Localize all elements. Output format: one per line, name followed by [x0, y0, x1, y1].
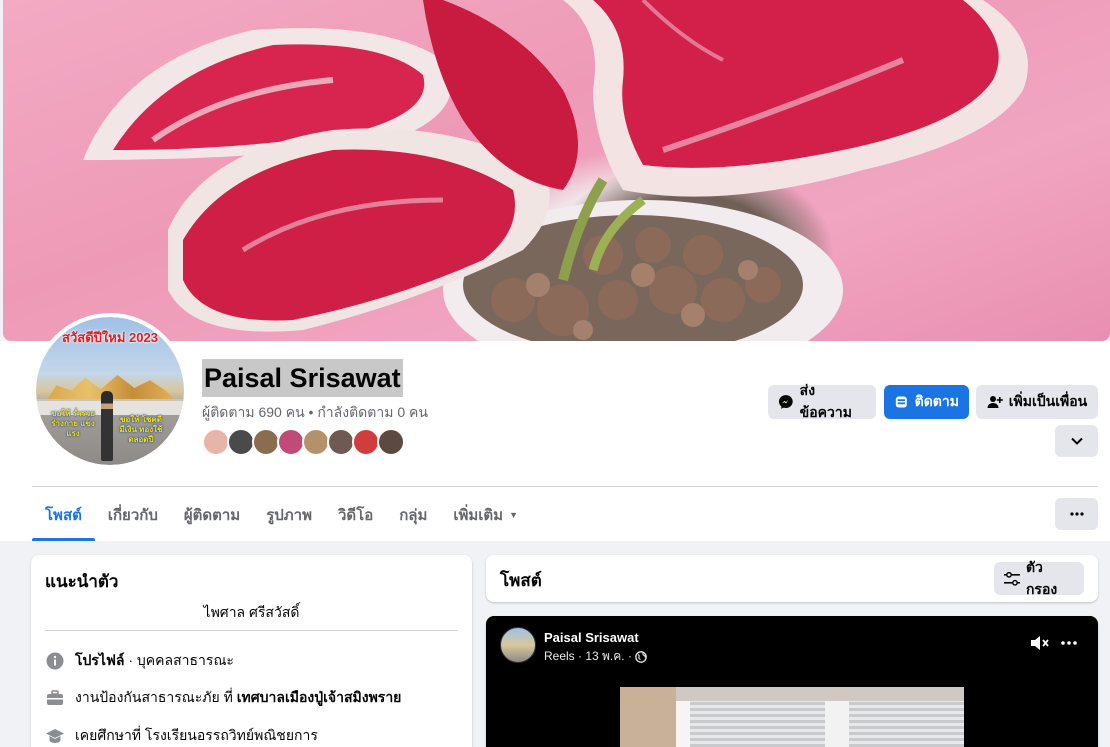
- posts-title: โพสต์: [500, 571, 542, 590]
- tab-photos[interactable]: รูปภาพ: [253, 488, 325, 541]
- globe-icon: [635, 650, 647, 663]
- avatar-text-left: ขอให้ ร่ำรวย ร่างกาย แข็งแรง: [51, 409, 95, 438]
- follower-avatar[interactable]: [302, 428, 330, 456]
- avatar-caption: สวัสดีปีใหม่ 2023: [62, 330, 158, 345]
- tab-label: กลุ่ม: [399, 506, 428, 524]
- avatar-person-shape: [101, 391, 113, 461]
- tab-posts[interactable]: โพสต์: [32, 488, 95, 541]
- info-icon: [45, 651, 65, 671]
- briefcase-icon: [45, 688, 65, 708]
- posts-header-card: โพสต์ ตัวกรอง: [486, 555, 1098, 602]
- reel-meta: Reels · 13 พ.ค. ·: [544, 647, 647, 666]
- messenger-icon: [778, 395, 793, 409]
- post-options-icon[interactable]: [1061, 641, 1077, 645]
- tab-about[interactable]: เกี่ยวกับ: [95, 488, 171, 541]
- tab-groups[interactable]: กลุ่ม: [386, 488, 440, 541]
- filter-button-label: ตัวกรอง: [1025, 558, 1058, 597]
- more-profile-options-button[interactable]: [1055, 425, 1098, 457]
- reel-meta-text[interactable]: Reels · 13 พ.ค. ·: [544, 647, 632, 666]
- chevron-down-icon: [1070, 437, 1083, 445]
- avatar-image: สวัสดีปีใหม่ 2023 ขอให้ ร่ำรวย ร่างกาย แ…: [36, 317, 184, 465]
- intro-row-text: เคยศึกษาที่ โรงเรียนอรรถวิทย์พณิชยการ: [75, 727, 318, 743]
- follower-avatars[interactable]: [202, 428, 405, 458]
- intro-row-text: งานป้องกันสาธารณะภัย ที่: [75, 689, 237, 705]
- tab-label: วิดีโอ: [337, 506, 374, 524]
- intro-row-education: เคยศึกษาที่ โรงเรียนอรรถวิทย์พณิชยการ: [45, 725, 318, 747]
- follower-avatar[interactable]: [327, 428, 355, 456]
- video-wall-panel: [676, 701, 690, 747]
- follower-stats[interactable]: ผู้ติดตาม 690 คน • กำลังติดตาม 0 คน: [202, 402, 428, 424]
- intro-card: แนะนำตัว ไพศาล ศรีสวัสดิ์ โปรไฟล์ · บุคค…: [31, 555, 472, 747]
- tab-videos[interactable]: วิดีโอ: [325, 488, 386, 541]
- intro-row-bold: โปรไฟล์: [75, 652, 125, 668]
- follower-avatar[interactable]: [377, 428, 405, 456]
- intro-row-text: · บุคคลสาธารณะ: [124, 652, 234, 668]
- avatar-text-right: ขอให้ โชคดี มีเงิน ทองใช้ ตลอดปี: [119, 415, 163, 444]
- tabs-more-button[interactable]: [1055, 498, 1098, 530]
- follow-icon: [895, 396, 907, 408]
- intro-title: แนะนำตัว: [45, 572, 119, 591]
- profile-name: Paisal Srisawat: [202, 359, 403, 397]
- add-friend-icon: [987, 396, 1003, 408]
- video-wall-panel: [620, 687, 676, 747]
- tab-followers[interactable]: ผู้ติดตาม: [171, 488, 253, 541]
- video-wall-panel: [825, 701, 849, 747]
- tab-label: รูปภาพ: [266, 506, 312, 524]
- reel-author-avatar[interactable]: [500, 627, 536, 663]
- reel-video-frame[interactable]: [620, 687, 964, 747]
- filter-button[interactable]: ตัวกรอง: [994, 559, 1084, 597]
- tab-label: เกี่ยวกับ: [107, 506, 158, 524]
- intro-row-work: งานป้องกันสาธารณะภัย ที่ เทศบาลเมืองปู่เ…: [45, 687, 401, 709]
- profile-avatar[interactable]: สวัสดีปีใหม่ 2023 ขอให้ ร่ำรวย ร่างกาย แ…: [32, 313, 188, 469]
- tab-label: เพิ่มเติม: [453, 506, 504, 524]
- message-button-label: ส่งข้อความ: [799, 382, 852, 420]
- header-divider: [32, 486, 1098, 487]
- tab-label: โพสต์: [45, 506, 82, 524]
- profile-tabs: โพสต์ เกี่ยวกับ ผู้ติดตาม รูปภาพ วิดีโอ …: [32, 488, 531, 541]
- workplace-link[interactable]: เทศบาลเมืองปู่เจ้าสมิงพราย: [237, 689, 402, 705]
- reel-post[interactable]: Paisal Srisawat Reels · 13 พ.ค. ·: [486, 616, 1098, 747]
- follow-button[interactable]: ติดตาม: [884, 385, 969, 419]
- tab-label: ผู้ติดตาม: [183, 506, 241, 524]
- add-friend-button-label: เพิ่มเป็นเพื่อน: [1008, 393, 1088, 409]
- cover-plant-illustration: [83, 0, 1028, 341]
- message-button[interactable]: ส่งข้อความ: [768, 382, 876, 420]
- tab-more[interactable]: เพิ่มเติม ▼: [440, 488, 531, 541]
- mute-icon[interactable]: [1030, 634, 1050, 652]
- reel-author-name[interactable]: Paisal Srisawat: [544, 630, 639, 645]
- filter-sliders-icon: [1004, 571, 1020, 586]
- cover-photo[interactable]: [3, 0, 1110, 341]
- follower-avatar[interactable]: [202, 428, 230, 456]
- follower-avatar[interactable]: [277, 428, 305, 456]
- caret-down-icon: ▼: [509, 509, 518, 520]
- follower-avatar[interactable]: [352, 428, 380, 456]
- intro-divider: [45, 630, 458, 631]
- graduation-cap-icon: [45, 726, 65, 746]
- follower-avatar[interactable]: [252, 428, 280, 456]
- ellipsis-icon: [1069, 512, 1084, 516]
- intro-row-profile: โปรไฟล์ · บุคคลสาธารณะ: [45, 650, 234, 672]
- follower-avatar[interactable]: [227, 428, 255, 456]
- add-friend-button[interactable]: เพิ่มเป็นเพื่อน: [976, 385, 1098, 419]
- follow-button-label: ติดตาม: [914, 393, 959, 409]
- intro-bio: ไพศาล ศรีสวัสดิ์: [203, 604, 300, 620]
